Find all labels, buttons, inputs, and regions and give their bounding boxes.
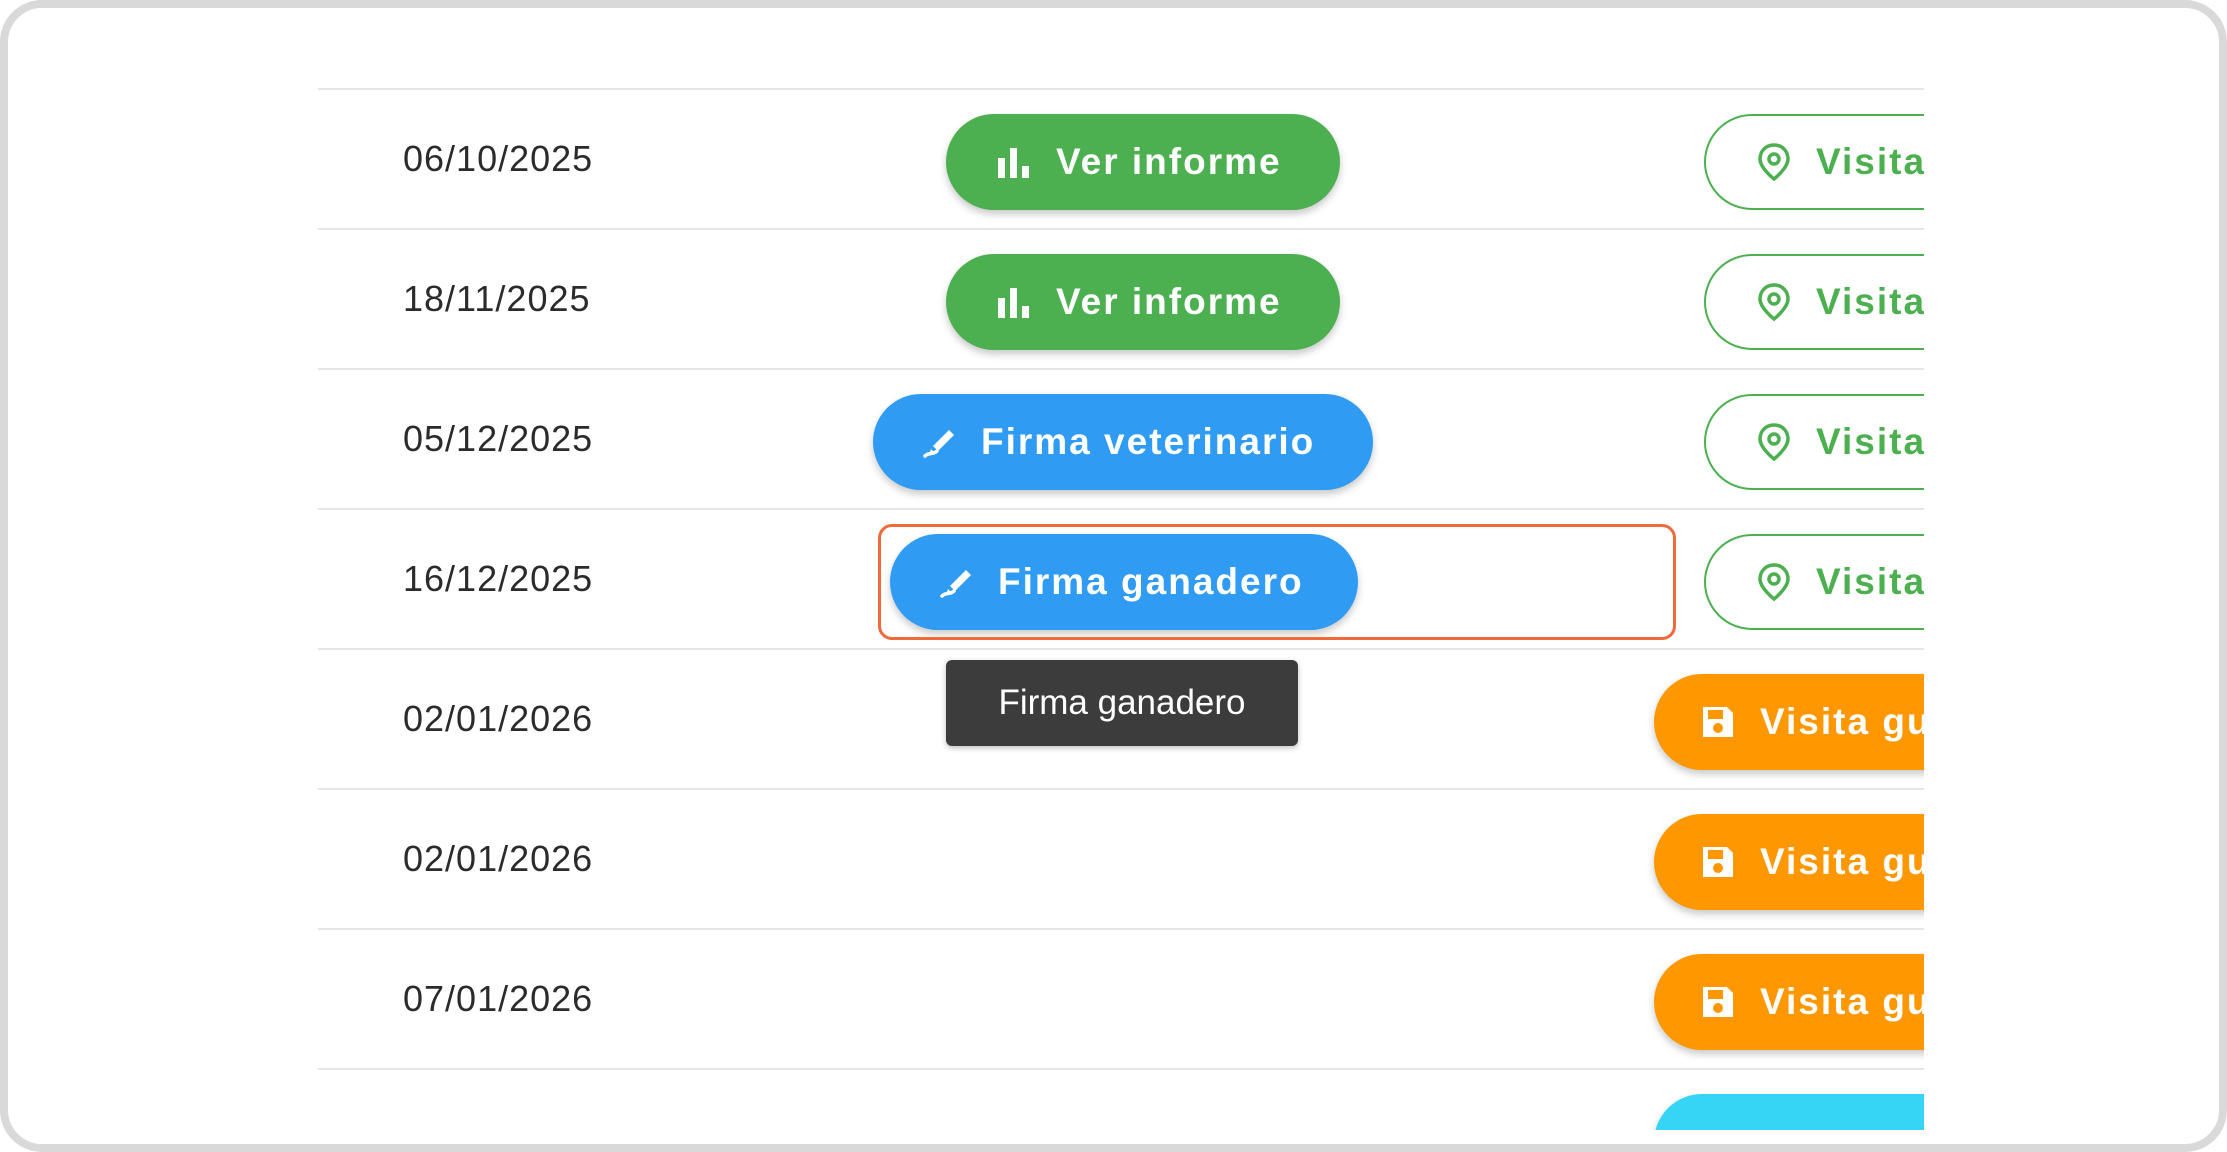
view-report-label: Ver informe (1056, 281, 1282, 322)
table-row: 06/10/2025 Ver informe Visita (318, 88, 1924, 228)
cyan-action-button[interactable] (1654, 1094, 1924, 1130)
visit-button[interactable]: Visita (1704, 254, 1924, 350)
saved-visit-button[interactable]: Visita gu (1654, 954, 1924, 1050)
visit-button[interactable]: Visita (1704, 534, 1924, 630)
bar-chart-icon (994, 282, 1034, 322)
location-pin-icon (1754, 282, 1794, 322)
saved-visit-button[interactable]: Visita gu (1654, 674, 1924, 770)
visits-table: 06/10/2025 Ver informe Visita 18/11/2025 (318, 8, 1924, 1130)
tooltip: Firma ganadero (946, 660, 1298, 746)
saved-visit-label: Visita gu (1760, 701, 1924, 742)
visit-label: Visita (1816, 421, 1924, 462)
farmer-signature-button[interactable]: Firma ganadero (890, 534, 1358, 630)
table-row: 05/12/2025 Firma veterinario Visita (318, 368, 1924, 508)
table-row: 07/01/2026 Visita gu (318, 928, 1924, 1068)
table-row: 02/01/2026 Visita gu (318, 788, 1924, 928)
vet-signature-label: Firma veterinario (981, 421, 1316, 462)
view-report-label: Ver informe (1056, 141, 1282, 182)
table-row (318, 1068, 1924, 1130)
visit-label: Visita (1816, 561, 1924, 602)
location-pin-icon (1754, 422, 1794, 462)
visit-date: 02/01/2026 (403, 838, 594, 879)
location-pin-icon (1754, 562, 1794, 602)
visit-date: 16/12/2025 (403, 558, 594, 599)
screenshot-frame: 06/10/2025 Ver informe Visita 18/11/2025 (0, 0, 2227, 1152)
saved-visit-label: Visita gu (1760, 841, 1924, 882)
location-pin-icon (1754, 142, 1794, 182)
visit-date: 05/12/2025 (403, 418, 594, 459)
visit-date: 02/01/2026 (403, 698, 594, 739)
table-row: 18/11/2025 Ver informe Visita (318, 228, 1924, 368)
visit-date: 07/01/2026 (403, 978, 594, 1019)
signature-icon (936, 562, 976, 602)
visit-date: 18/11/2025 (403, 278, 591, 319)
view-report-button[interactable]: Ver informe (946, 114, 1340, 210)
visit-label: Visita (1816, 281, 1924, 322)
view-report-button[interactable]: Ver informe (946, 254, 1340, 350)
visit-button[interactable]: Visita (1704, 114, 1924, 210)
vet-signature-button[interactable]: Firma veterinario (873, 394, 1373, 490)
visit-label: Visita (1816, 141, 1924, 182)
signature-icon (919, 422, 959, 462)
visit-button[interactable]: Visita (1704, 394, 1924, 490)
farmer-signature-label: Firma ganadero (998, 561, 1304, 602)
visit-date: 06/10/2025 (403, 138, 594, 179)
save-icon (1698, 982, 1738, 1022)
save-icon (1698, 842, 1738, 882)
saved-visit-button[interactable]: Visita gu (1654, 814, 1924, 910)
saved-visit-label: Visita gu (1760, 981, 1924, 1022)
save-icon (1698, 702, 1738, 742)
bar-chart-icon (994, 142, 1034, 182)
table-row: 16/12/2025 Firma ganadero Visita (318, 508, 1924, 648)
